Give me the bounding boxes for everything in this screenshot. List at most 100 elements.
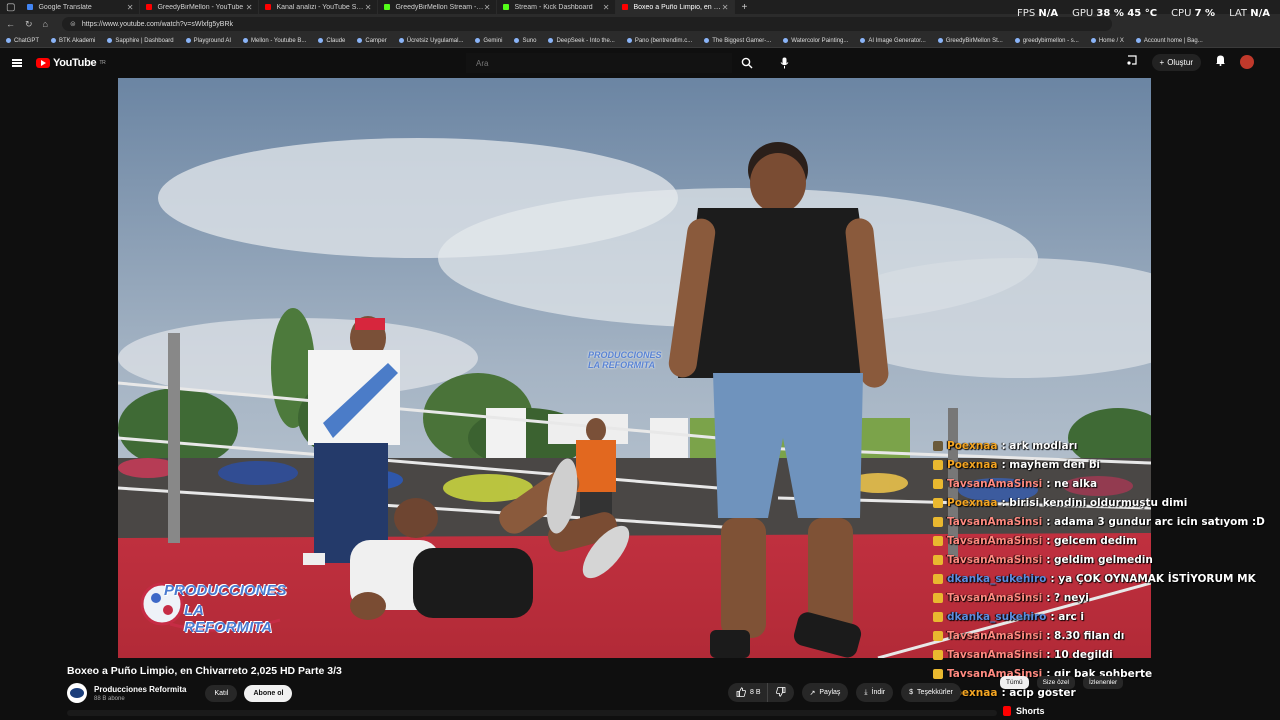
filter-chip[interactable]: Tümü [1000,676,1029,689]
browser-tab[interactable]: Google Translate ✕ [21,0,141,14]
video-title: Boxeo a Puño Limpio, en Chivarreto 2,025… [67,665,342,677]
bookmark-item[interactable]: Watercolor Painting... [783,38,848,44]
channel-name[interactable]: Producciones Reformita [94,685,186,694]
bookmark-item[interactable]: Mellon - Youtube B... [243,38,306,44]
bookmark-label: Mellon - Youtube B... [251,37,307,44]
bookmark-item[interactable]: AI Image Generator... [860,38,926,44]
tab-close-icon[interactable]: ✕ [722,3,729,12]
bookmark-label: greedybirmellon - s... [1022,37,1079,44]
bookmark-label: Camper [365,37,387,44]
download-button[interactable]: ⤓ İndir [856,683,894,702]
bookmark-item[interactable]: Account home | Bag... [1135,37,1203,44]
site-info-icon[interactable]: ⊜ [70,20,76,28]
bookmark-favicon-icon [937,38,943,43]
tab-close-icon[interactable]: ✕ [365,3,372,12]
tab-close-icon[interactable]: ✕ [603,3,610,12]
bookmark-item[interactable]: BTK Akademi [51,38,95,44]
fps-readout: FPS N/A [1017,8,1059,19]
cast-icon[interactable] [1126,53,1138,71]
tab-close-icon[interactable]: ✕ [127,3,134,12]
shorts-label: Shorts [1016,706,1045,716]
bookmark-item[interactable]: Gemini [475,38,502,44]
channel-info: Producciones Reformita 88 B abone [94,685,186,702]
download-icon: ⤓ [864,688,868,696]
bookmark-item[interactable]: The Biggest Gamer-... [704,38,771,44]
browser-menu-icon[interactable]: ▢ [0,2,21,13]
channel-watermark-logo: PRODUCCIONES LA REFORMITA [140,574,287,638]
thanks-button[interactable]: $ Teşekkürler [901,683,961,702]
filter-chip[interactable]: Size özel [1036,676,1075,689]
description-box[interactable] [67,710,997,716]
create-button[interactable]: + Oluştur [1151,53,1201,71]
dislike-button[interactable] [766,683,794,702]
browser-tab[interactable]: Stream - Kick Dashboard ✕ [497,0,617,14]
bookmark-label: Home / X [1098,37,1124,44]
lat-readout: LAT N/A [1229,8,1270,19]
browser-tab[interactable]: Boxeo a Puño Limpio, en Ch ✕ [616,0,736,14]
chat-text: : ne alka [1046,477,1098,490]
browser-tab[interactable]: Kanal analizi - YouTube Studio ✕ [259,0,379,14]
bookmark-item[interactable]: Playground AI [185,37,231,44]
chat-badge-icon [933,497,943,508]
chat-username: TavsanAmaSinsi [947,515,1043,528]
logo-region: TR [99,60,106,66]
cpu-readout: CPU 7 % [1171,8,1216,19]
thumbs-down-icon [775,686,786,699]
chat-message: Poexnaa: ark modları [933,436,1223,455]
bookmark-item[interactable]: Sapphire | Dashboard [107,38,174,44]
bookmark-label: Playground AI [193,37,231,44]
microphone-icon[interactable] [776,55,792,71]
notifications-bell-icon[interactable] [1215,53,1226,71]
chat-badge-icon [933,573,943,584]
user-avatar[interactable] [1240,55,1254,69]
home-icon[interactable]: ⌂ [43,19,48,29]
browser-tab[interactable]: GreedyBirMellon - YouTube ✕ [140,0,260,14]
search-icon[interactable] [732,53,762,73]
search-input[interactable] [466,53,732,73]
watermark-line2: LA REFORMITA [184,602,273,636]
youtube-logo[interactable]: YouTube TR [36,57,106,69]
chat-badge-icon [933,516,943,527]
bookmark-item[interactable]: DeepSeek - Into the... [548,38,615,44]
filter-chip[interactable]: İzlenenler [1083,676,1124,689]
subscribe-button[interactable]: Abone ol [244,684,293,702]
bookmark-item[interactable]: Camper [357,37,387,44]
share-button[interactable]: ↗ Paylaş [801,683,849,702]
chat-username: TavsanAmaSinsi [947,591,1043,604]
download-label: İndir [871,689,886,696]
header-actions: + Oluştur [1126,53,1254,71]
bookmark-item[interactable]: Suno [514,38,536,44]
new-tab-icon[interactable]: + [735,2,753,13]
bookmark-item[interactable]: ChatGPT [6,38,39,44]
like-button[interactable]: 8 B [728,683,767,702]
chat-badge-icon [933,668,943,679]
bookmark-item[interactable]: Ücretsiz Uygulamal... [398,38,463,44]
bookmark-item[interactable]: Pano (bentrendim.c... [626,37,693,44]
reload-icon[interactable]: ↻ [25,19,33,30]
video-actions: 8 B ↗ Paylaş ⤓ İndir $ Teşekkürler [728,683,961,702]
channel-avatar[interactable] [67,683,87,703]
tab-close-icon[interactable]: ✕ [484,3,491,12]
shorts-section-header[interactable]: Shorts [1003,706,1045,716]
bookmark-favicon-icon [1135,38,1141,43]
channel-row: Producciones Reformita 88 B abone Katıl … [67,683,293,703]
bookmark-favicon-icon [475,38,481,43]
bookmark-label: Pano (bentrendim.c... [634,37,693,44]
bookmark-item[interactable]: Home / X [1090,37,1124,44]
bookmark-favicon-icon [318,38,324,43]
browser-tab[interactable]: GreedyBirMellon Stream - Watch✕ [378,0,498,14]
join-button[interactable]: Katıl [205,684,238,702]
tab-close-icon[interactable]: ✕ [246,3,253,12]
url-field[interactable]: ⊜ https://www.youtube.com/watch?v=sWlxfg… [61,17,1112,31]
chat-text: : birisi kendini oldurmuştu dimi [1001,496,1188,509]
chat-message: TavsanAmaSinsi: geldim gelmedin [933,550,1223,569]
bookmark-label: Account home | Bag... [1143,37,1203,44]
back-icon[interactable]: ← [6,19,15,29]
menu-icon[interactable] [12,59,22,67]
bookmark-item[interactable]: GreedyBirMellon St... [937,38,1003,44]
chat-message: TavsanAmaSinsi: ? neyi [933,588,1223,607]
chat-badge-icon [933,440,943,451]
bookmark-item[interactable]: greedybirmellon - s... [1014,37,1079,44]
chat-username: Poexnaa [947,458,998,471]
bookmark-item[interactable]: Claude [318,38,345,44]
